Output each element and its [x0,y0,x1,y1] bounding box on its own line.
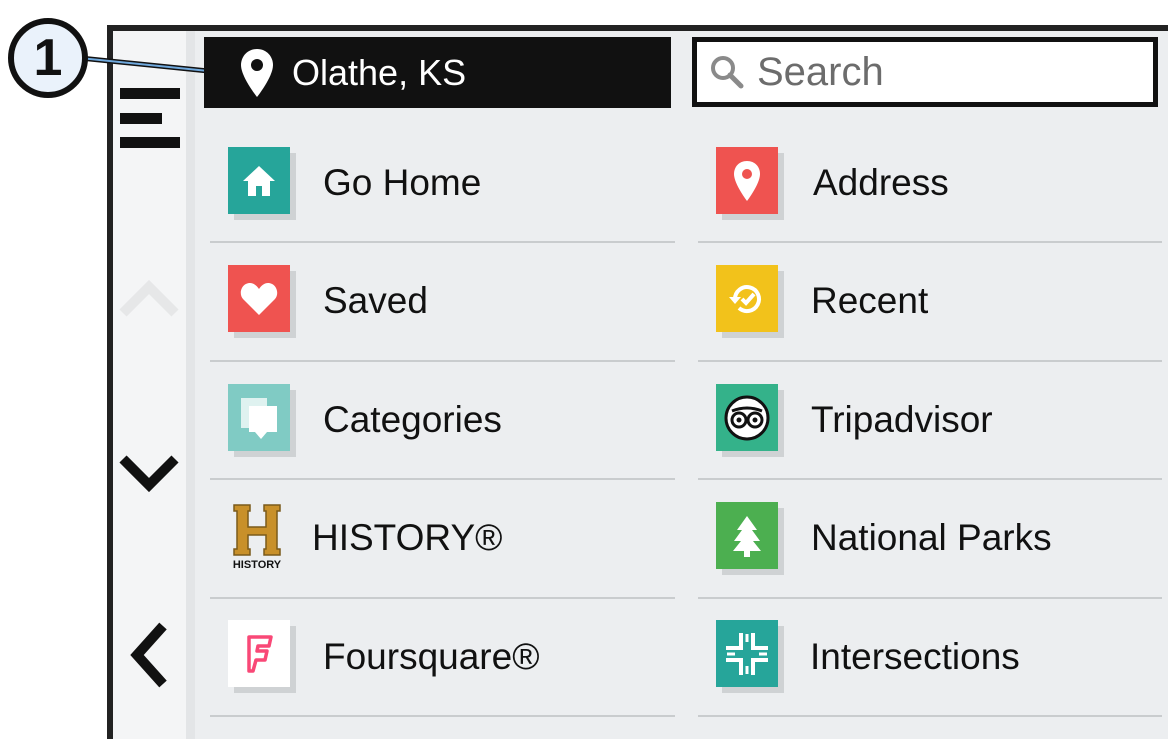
location-label: Olathe, KS [292,51,467,93]
address-pin-icon [716,147,783,219]
national-parks-label: National Parks [811,517,1052,558]
recent-button[interactable]: Recent [698,242,1162,360]
home-icon [228,147,295,219]
intersection-icon [716,620,783,692]
history-logo-icon: HISTORY [222,501,289,573]
history-label: HISTORY® [312,517,503,558]
intersections-label: Intersections [810,636,1020,677]
categories-button[interactable]: Categories [210,361,675,479]
tripadvisor-button[interactable]: Tripadvisor [698,361,1162,479]
callout-number: 1 [33,29,63,87]
foursquare-button[interactable]: Foursquare® [210,598,675,716]
location-bar[interactable]: Olathe, KS [204,37,671,108]
tripadvisor-icon [716,384,783,456]
foursquare-icon [228,620,295,692]
back-icon[interactable] [127,620,171,690]
recent-label: Recent [811,280,929,321]
history-button[interactable]: HISTORY HISTORY® [210,479,675,597]
menu-icon[interactable] [120,86,180,150]
search-placeholder: Search [757,49,884,94]
tree-icon [716,502,783,574]
search-icon [711,56,744,89]
heart-icon [228,265,295,337]
recent-icon [716,265,783,337]
callout-badge: 1 [8,18,88,98]
foursquare-label: Foursquare® [323,636,540,677]
tripadvisor-label: Tripadvisor [811,399,993,440]
intersections-button[interactable]: Intersections [698,598,1162,716]
address-label: Address [813,162,949,203]
scroll-down-icon[interactable] [117,451,181,497]
go-home-button[interactable]: Go Home [210,124,675,242]
go-home-label: Go Home [323,162,482,203]
address-button[interactable]: Address [698,124,1162,242]
search-input[interactable]: Search [692,37,1158,107]
saved-label: Saved [323,280,428,321]
categories-label: Categories [323,399,502,440]
national-parks-button[interactable]: National Parks [698,479,1162,597]
saved-button[interactable]: Saved [210,242,675,360]
scroll-up-icon[interactable] [117,275,181,321]
svg-text:HISTORY: HISTORY [233,559,282,571]
location-pin-icon [241,48,273,97]
sidebar-separator [186,31,195,739]
categories-icon [228,384,295,456]
